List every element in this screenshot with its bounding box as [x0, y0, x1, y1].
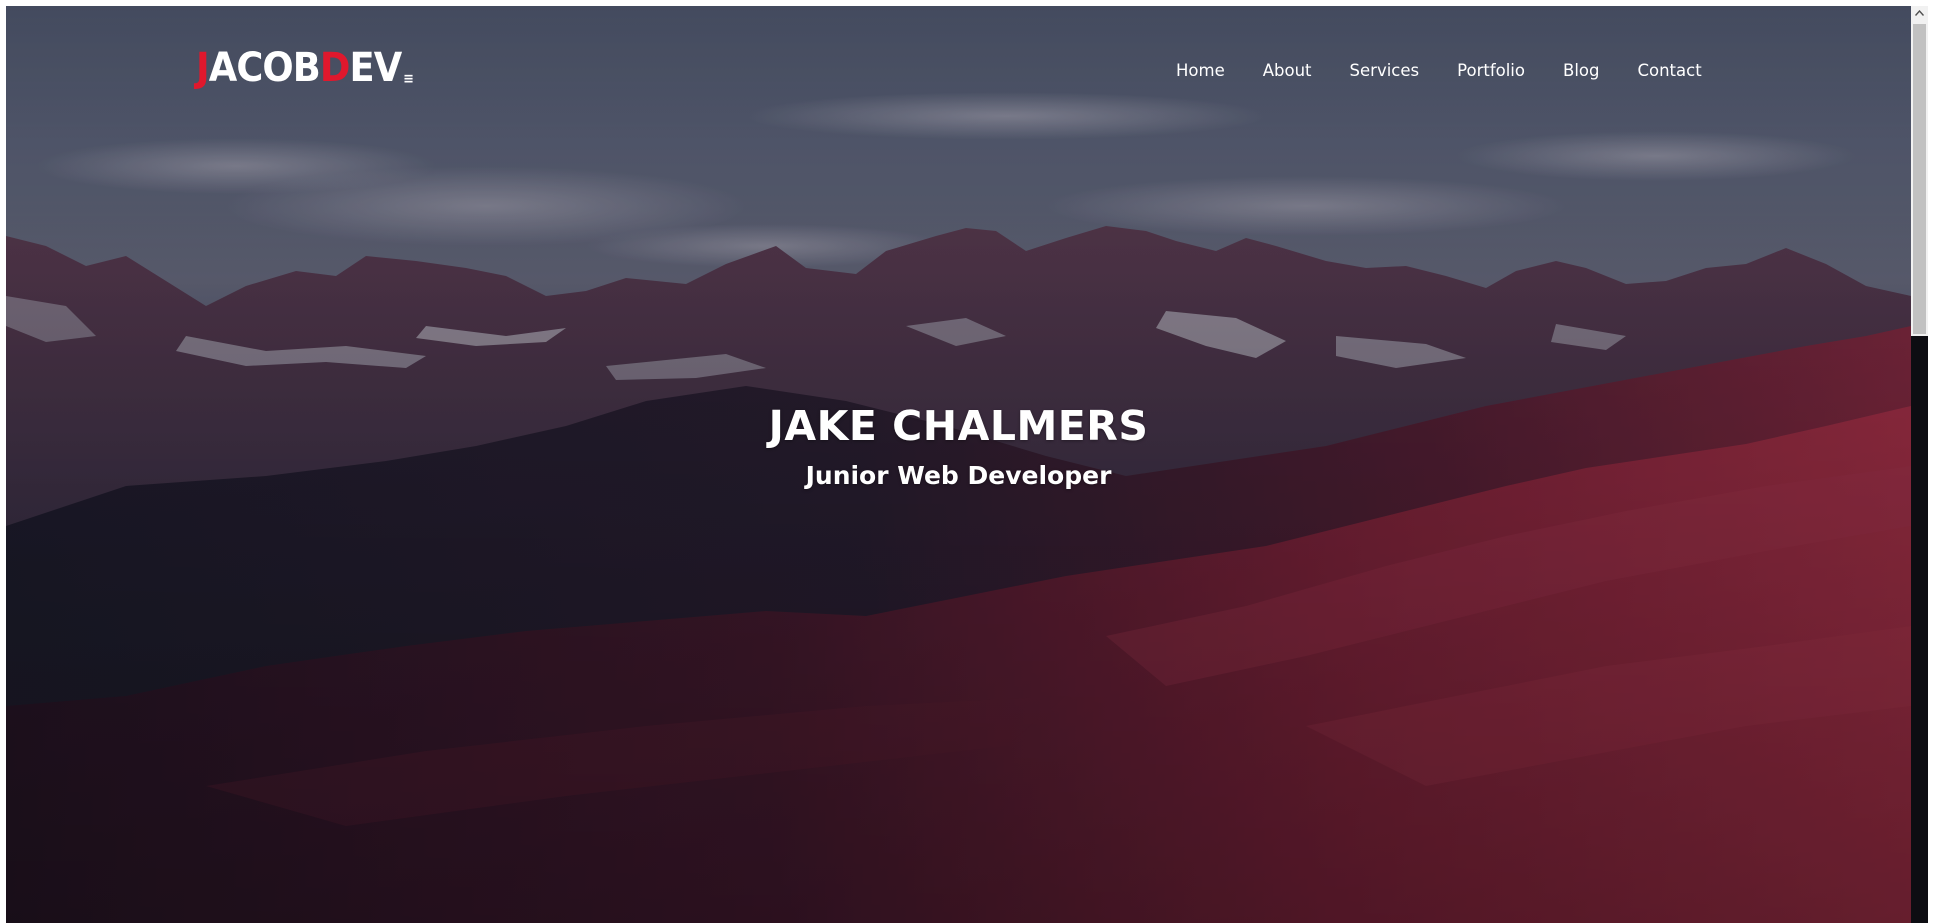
nav-item-portfolio[interactable]: Portfolio	[1457, 61, 1525, 80]
main-nav: Home About Services Portfolio Blog Conta…	[1176, 61, 1702, 80]
hero-heading-block: JAKE CHALMERS Junior Web Developer	[6, 396, 1911, 494]
scrollbar-thumb[interactable]	[1913, 24, 1926, 334]
nav-item-home[interactable]: Home	[1176, 61, 1225, 80]
logo-letter-j: J	[196, 45, 210, 91]
nav-item-blog[interactable]: Blog	[1563, 61, 1599, 80]
site-logo[interactable]: J ACOB D EV ≡	[196, 48, 414, 88]
browser-viewport: J ACOB D EV ≡ Home About Services Portfo…	[6, 6, 1911, 923]
chevron-up-icon[interactable]	[1911, 6, 1928, 20]
nav-item-services[interactable]: Services	[1350, 61, 1420, 80]
logo-letter-d: D	[319, 45, 351, 91]
hamburger-icon: ≡	[403, 71, 414, 87]
logo-text-ev: EV	[349, 45, 403, 91]
vertical-scrollbar[interactable]	[1911, 6, 1928, 923]
nav-item-contact[interactable]: Contact	[1637, 61, 1701, 80]
top-navbar: J ACOB D EV ≡ Home About Services Portfo…	[6, 6, 1911, 136]
scrollbar-track	[1911, 336, 1928, 923]
logo-text-acob: ACOB	[208, 45, 321, 91]
hero-name: JAKE CHALMERS	[768, 402, 1149, 450]
hero-subtitle: Junior Web Developer	[805, 461, 1112, 490]
nav-item-about[interactable]: About	[1263, 61, 1312, 80]
